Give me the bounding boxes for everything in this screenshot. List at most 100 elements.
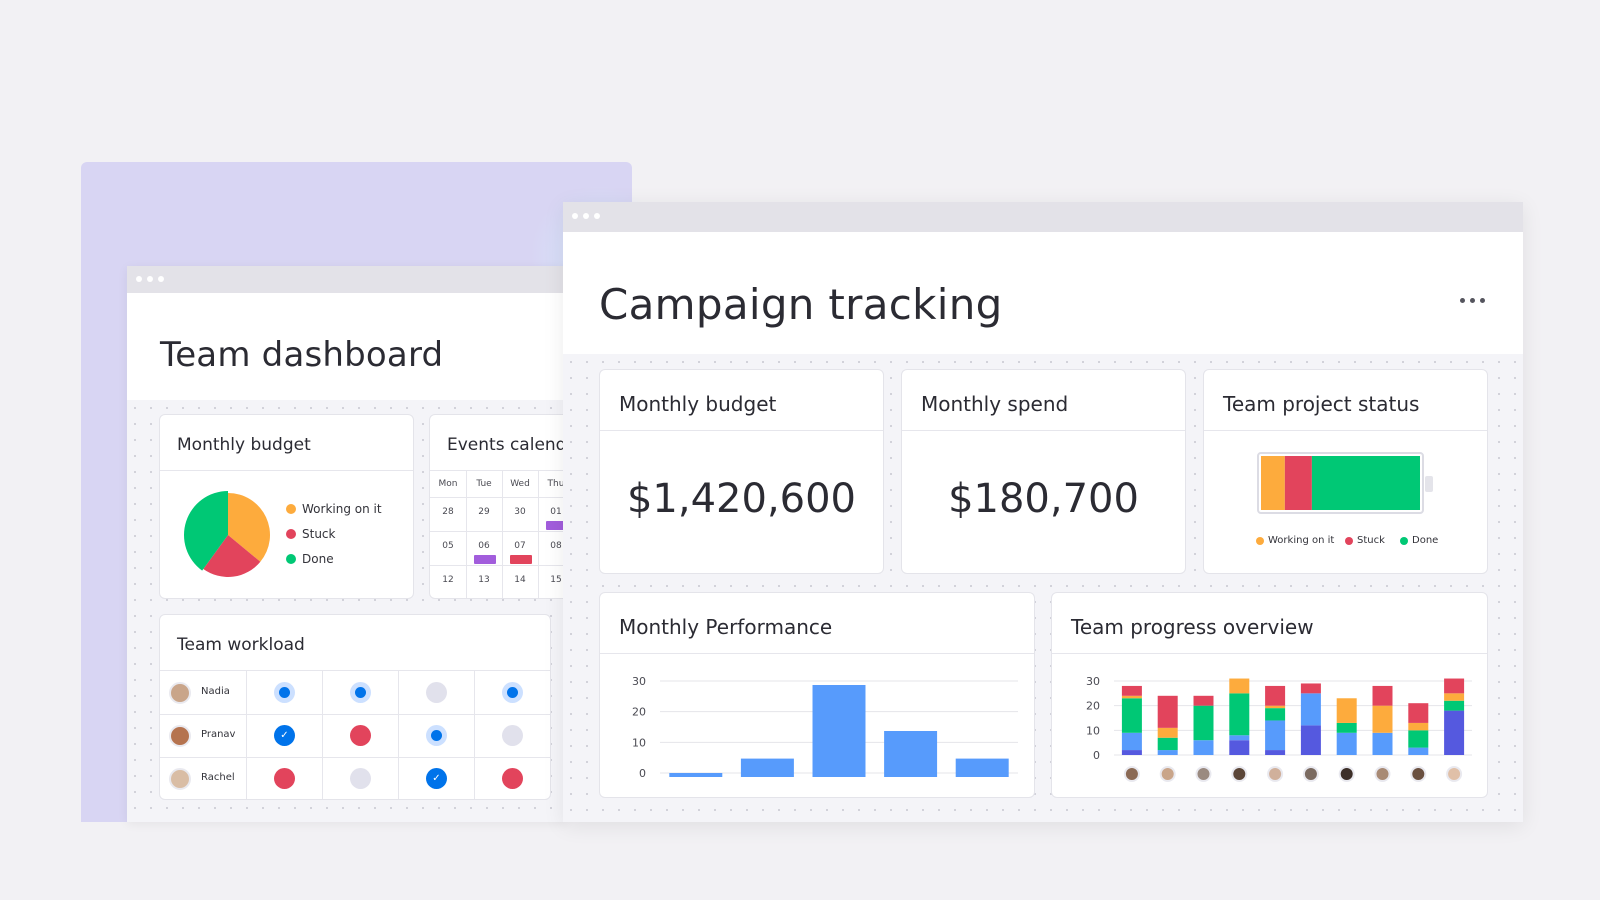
progress-bar-segment[interactable] <box>1265 750 1286 755</box>
progress-bar-segment[interactable] <box>1193 705 1214 741</box>
workload-status-dot[interactable] <box>274 768 295 789</box>
progress-bar-segment[interactable] <box>1121 695 1142 699</box>
monthly-budget-widget[interactable]: Monthly budget Working on it Stuck Done <box>159 414 414 599</box>
window-dot-icon[interactable] <box>136 276 142 282</box>
monthly-spend-widget[interactable]: Monthly spend $180,700 <box>901 369 1186 574</box>
progress-bar-segment[interactable] <box>1336 722 1357 733</box>
workload-status-dot[interactable] <box>426 725 447 746</box>
progress-bar-segment[interactable] <box>1444 710 1465 755</box>
progress-bar-segment[interactable] <box>1265 708 1286 721</box>
progress-bar-segment[interactable] <box>1265 685 1286 706</box>
avatar[interactable] <box>1123 766 1140 782</box>
calendar-date-cell[interactable]: 06 <box>466 541 502 551</box>
progress-bar-segment[interactable] <box>1229 735 1250 741</box>
performance-bar[interactable] <box>669 773 723 777</box>
avatar[interactable] <box>1231 766 1248 782</box>
progress-bar-segment[interactable] <box>1372 685 1393 706</box>
avatar[interactable] <box>1410 766 1427 782</box>
progress-bar-segment[interactable] <box>1121 732 1142 751</box>
progress-bar-segment[interactable] <box>1408 747 1429 755</box>
calendar-date-cell[interactable]: 07 <box>502 541 538 551</box>
window-controls[interactable] <box>136 276 164 282</box>
calendar-date-cell[interactable]: 14 <box>502 575 538 585</box>
monthly-budget-widget[interactable]: Monthly budget $1,420,600 <box>599 369 884 574</box>
window-dot-icon[interactable] <box>147 276 153 282</box>
calendar-date-cell[interactable]: 12 <box>430 575 466 585</box>
performance-bar[interactable] <box>955 758 1009 777</box>
progress-bar-segment[interactable] <box>1121 685 1142 696</box>
avatar[interactable] <box>1267 766 1284 782</box>
progress-bar-segment[interactable] <box>1193 740 1214 755</box>
progress-bar-segment[interactable] <box>1265 705 1286 709</box>
monthly-performance-widget[interactable]: Monthly Performance 30 20 10 0 <box>599 592 1035 798</box>
workload-status-dot[interactable] <box>274 682 295 703</box>
progress-bar-segment[interactable] <box>1229 678 1250 694</box>
progress-bar-segment[interactable] <box>1229 693 1250 736</box>
calendar-date-cell[interactable]: 29 <box>466 507 502 517</box>
progress-bar-segment[interactable] <box>1408 722 1429 731</box>
calendar-date-cell[interactable]: 28 <box>430 507 466 517</box>
performance-bar[interactable] <box>884 731 938 777</box>
progress-bar-segment[interactable] <box>1336 698 1357 723</box>
avatar[interactable] <box>169 768 191 790</box>
window-dot-icon[interactable] <box>583 213 589 219</box>
calendar-date-cell[interactable]: 05 <box>430 541 466 551</box>
progress-bar-segment[interactable] <box>1444 678 1465 694</box>
workload-status-dot[interactable] <box>350 768 371 789</box>
avatar[interactable] <box>1159 766 1176 782</box>
workload-status-dot[interactable] <box>426 682 447 703</box>
check-icon[interactable]: ✓ <box>274 725 295 746</box>
avatar[interactable] <box>169 682 191 704</box>
progress-bar-segment[interactable] <box>1372 705 1393 733</box>
calendar-date-cell[interactable]: 30 <box>502 507 538 517</box>
workload-status-dot[interactable] <box>502 682 523 703</box>
avatar[interactable] <box>1338 766 1355 782</box>
avatar[interactable] <box>1195 766 1212 782</box>
avatar[interactable] <box>1374 766 1391 782</box>
team-project-status-widget[interactable]: Team project status Working on it Stuck … <box>1203 369 1488 574</box>
progress-bar-segment[interactable] <box>1444 693 1465 701</box>
campaign-tracking-window: Campaign tracking Monthly budget $1,420,… <box>563 202 1523 822</box>
progress-bar-segment[interactable] <box>1157 695 1178 728</box>
progress-bar-segment[interactable] <box>1300 725 1321 755</box>
progress-bar-segment[interactable] <box>1157 727 1178 738</box>
more-horizontal-icon[interactable] <box>1460 298 1485 303</box>
calendar-event[interactable] <box>510 555 532 564</box>
check-icon[interactable]: ✓ <box>426 768 447 789</box>
window-dot-icon[interactable] <box>572 213 578 219</box>
calendar-day-header: Wed <box>510 479 530 489</box>
events-calendar-widget[interactable]: Events calendar MonTueWedThu282930010506… <box>429 414 567 599</box>
avatar[interactable] <box>169 725 191 747</box>
progress-bar-segment[interactable] <box>1157 737 1178 751</box>
performance-bar[interactable] <box>740 758 794 777</box>
performance-bar[interactable] <box>812 685 866 777</box>
workload-status-dot[interactable] <box>502 768 523 789</box>
calendar-date-cell[interactable]: 13 <box>466 575 502 585</box>
progress-bar-segment[interactable] <box>1193 695 1214 706</box>
progress-bar-segment[interactable] <box>1121 750 1142 755</box>
workload-status-dot[interactable] <box>502 725 523 746</box>
workload-status-dot[interactable] <box>350 725 371 746</box>
progress-bar-segment[interactable] <box>1336 732 1357 755</box>
progress-bar-segment[interactable] <box>1300 693 1321 726</box>
window-dot-icon[interactable] <box>158 276 164 282</box>
team-workload-widget[interactable]: Team workload Nadia Pranav ✓ Rachel ✓ <box>159 614 551 800</box>
progress-bar-segment[interactable] <box>1372 732 1393 755</box>
progress-bar-segment[interactable] <box>1408 730 1429 748</box>
progress-bar-segment[interactable] <box>1229 740 1250 755</box>
progress-bar-segment[interactable] <box>1300 683 1321 694</box>
team-progress-widget[interactable]: Team progress overview 30 20 10 0 <box>1051 592 1488 798</box>
avatar[interactable] <box>1446 766 1463 782</box>
calendar-event[interactable] <box>474 555 496 564</box>
avatar[interactable] <box>1302 766 1319 782</box>
calendar-day-header: Mon <box>438 479 458 489</box>
progress-bar-segment[interactable] <box>1444 700 1465 711</box>
progress-bar-segment[interactable] <box>1121 698 1142 733</box>
progress-bar-segment[interactable] <box>1265 720 1286 751</box>
window-controls[interactable] <box>572 213 600 219</box>
window-dot-icon[interactable] <box>594 213 600 219</box>
progress-bar-segment[interactable] <box>1408 703 1429 723</box>
workload-status-dot[interactable] <box>350 682 371 703</box>
person-name: Pranav <box>201 729 236 740</box>
progress-bar-segment[interactable] <box>1157 750 1178 755</box>
